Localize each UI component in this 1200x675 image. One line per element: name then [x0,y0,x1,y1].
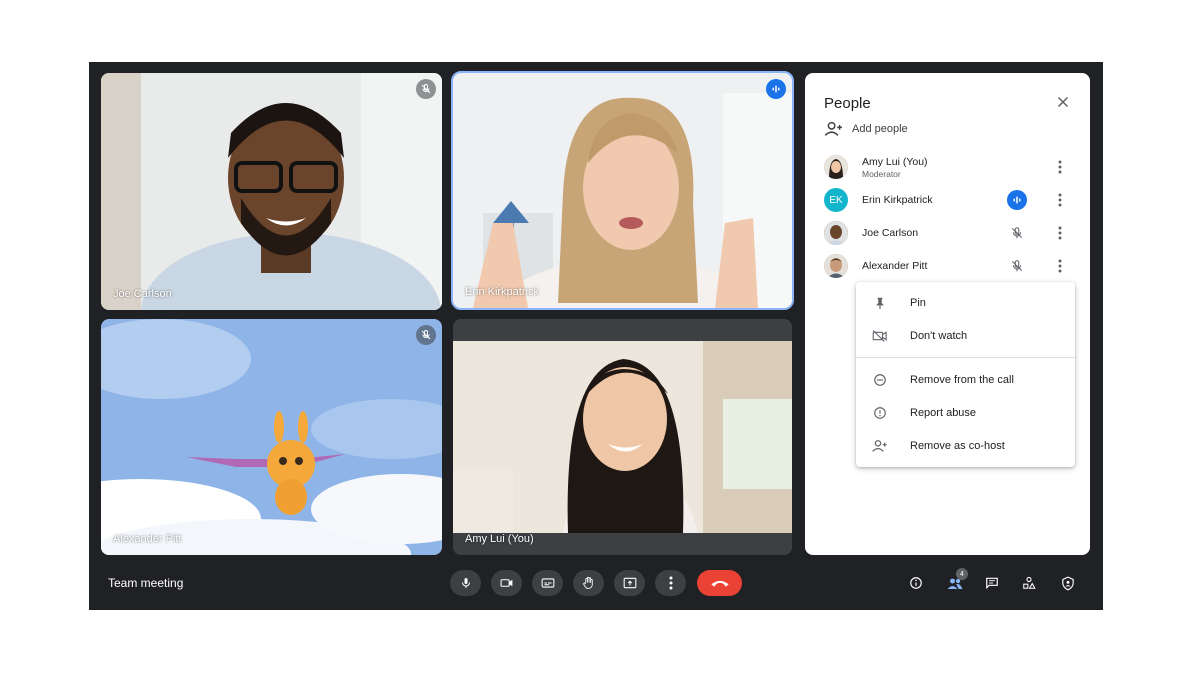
speaking-indicator [1007,190,1027,210]
end-call-icon [710,580,729,587]
meeting-info-button[interactable] [906,573,926,593]
people-panel: People Add people Amy Lui (You) Moderato… [805,73,1090,555]
more-vert-icon [1058,193,1062,207]
menu-divider [856,357,1075,358]
participant-row-erin-kirkpatrick[interactable]: EK Erin Kirkpatrick [824,187,1074,213]
more-options-icon [669,576,672,590]
raise-hand-icon [583,576,593,589]
avatar [824,254,848,278]
bottom-control-bar: Team meeting 4 [89,562,1103,610]
more-vert-icon [1058,259,1062,273]
more-options-button[interactable] [655,570,686,596]
meet-window: Joe Carlson Erin Kirkpatrick Alexander P… [89,62,1103,610]
more-vert-icon [1058,226,1062,240]
mic-button[interactable] [450,570,481,596]
add-people-label: Add people [852,123,908,135]
person-add-icon [824,121,842,136]
avatar [824,155,848,179]
host-controls-button[interactable] [1058,573,1078,593]
captions-button[interactable] [532,570,563,596]
menu-item-label: Report abuse [910,407,977,419]
person-add-icon [872,440,887,452]
people-count-badge: 4 [956,568,968,580]
activities-icon [1023,576,1036,589]
end-call-button[interactable] [697,570,742,596]
video-tile-alexander-pitt[interactable]: Alexander Pitt [101,319,442,555]
chat-button[interactable] [982,573,1002,593]
camera-button[interactable] [491,570,522,596]
avatar [824,221,848,245]
menu-item-label: Remove as co-host [910,440,1005,452]
menu-item-report-abuse[interactable]: Report abuse [856,399,1075,427]
mic-off-icon [421,329,431,340]
participant-more-button[interactable] [1050,190,1070,210]
activities-button[interactable] [1019,573,1039,593]
menu-item-label: Pin [910,297,926,309]
tile-name: Erin Kirkpatrick [465,286,539,298]
participant-name: Amy Lui (You) [862,155,928,168]
participant-context-menu: Pin Don't watch Remove from the call Rep… [856,282,1075,467]
avatar-image [824,221,848,245]
muted-indicator [1007,223,1027,243]
tile-name: Joe Carlson [113,288,172,300]
present-screen-button[interactable] [614,570,645,596]
camera-icon [500,579,512,587]
chat-icon [986,577,998,590]
avatar-image [824,155,848,179]
participant-name: Erin Kirkpatrick [862,194,933,206]
remove-circle-icon [874,374,886,386]
audio-level-icon [772,85,780,93]
raise-hand-button[interactable] [573,570,604,596]
tile-name: Alexander Pitt [113,533,182,545]
participant-row-joe-carlson[interactable]: Joe Carlson [824,220,1074,246]
more-vert-icon [1058,160,1062,174]
mic-icon [461,578,470,588]
menu-item-pin[interactable]: Pin [856,289,1075,317]
add-people-button[interactable]: Add people [824,119,908,139]
video-feed-joe-carlson [101,73,442,310]
pin-icon [876,297,884,309]
avatar-initials: EK [824,188,848,212]
participant-row-alexander-pitt[interactable]: Alexander Pitt [824,253,1074,279]
video-tile-joe-carlson[interactable]: Joe Carlson [101,73,442,310]
participant-more-button[interactable] [1050,223,1070,243]
mic-off-icon [421,83,431,94]
video-feed-amy-lui [453,319,792,555]
host-controls-icon [1062,576,1074,590]
video-feed-erin-kirkpatrick [453,73,792,308]
audio-level-icon [1013,196,1021,204]
video-off-icon [872,330,887,342]
menu-item-label: Don't watch [910,330,968,342]
close-icon [1057,96,1069,108]
avatar-feed-alexander-pitt [101,319,442,555]
participant-role: Moderator [862,168,901,179]
meeting-title: Team meeting [108,576,184,590]
tile-speaking-indicator [766,79,786,99]
tile-name: Amy Lui (You) [465,533,534,545]
panel-title: People [824,95,871,112]
captions-icon [541,578,554,588]
participant-more-button[interactable] [1050,157,1070,177]
participant-name: Joe Carlson [862,227,919,239]
participant-more-button[interactable] [1050,256,1070,276]
participant-row-amy-lui[interactable]: Amy Lui (You) Moderator [824,154,1074,180]
mic-off-icon [1011,260,1023,272]
video-tile-erin-kirkpatrick[interactable]: Erin Kirkpatrick [451,71,794,310]
video-tile-amy-lui[interactable]: Amy Lui (You) [453,319,792,555]
tile-muted-indicator [416,325,436,345]
menu-item-remove-cohost[interactable]: Remove as co-host [856,432,1075,460]
avatar-image [824,254,848,278]
info-icon [910,577,922,589]
tile-muted-indicator [416,79,436,99]
people-button[interactable]: 4 [945,568,968,593]
close-panel-button[interactable] [1054,93,1072,111]
menu-item-dont-watch[interactable]: Don't watch [856,322,1075,350]
report-icon [874,407,886,419]
present-screen-icon [623,577,636,589]
mic-off-icon [1011,227,1023,239]
menu-item-remove-from-call[interactable]: Remove from the call [856,366,1075,394]
muted-indicator [1007,256,1027,276]
menu-item-label: Remove from the call [910,374,1014,386]
participant-name: Alexander Pitt [862,260,928,272]
